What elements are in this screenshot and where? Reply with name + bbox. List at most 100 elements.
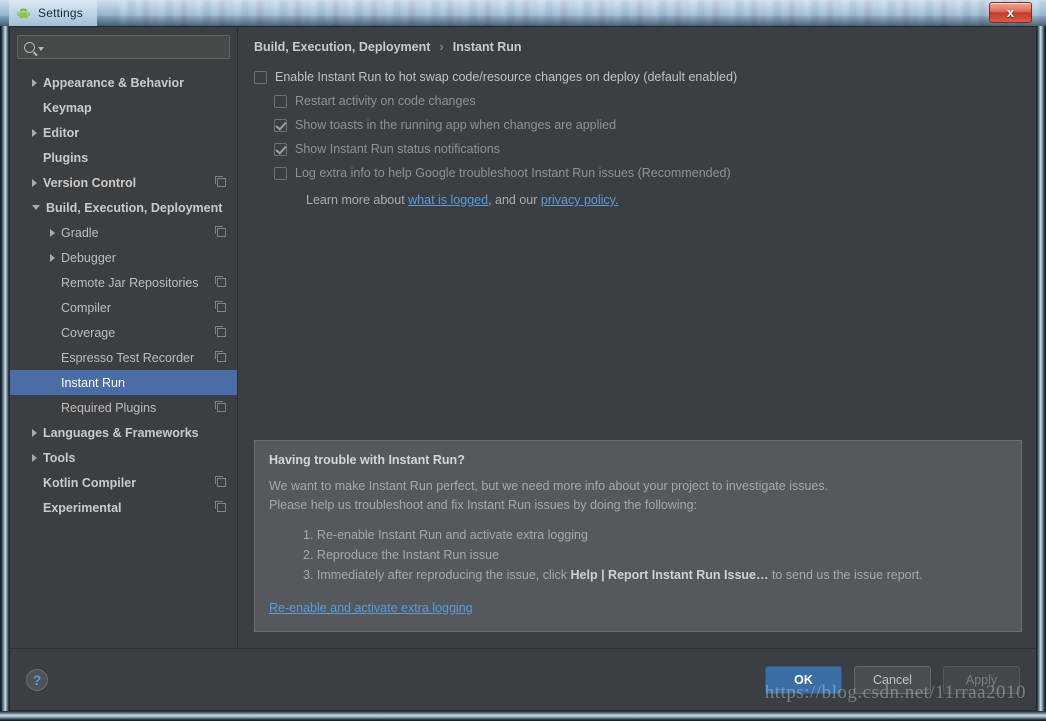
search-icon [24, 41, 35, 53]
chevron-right-icon[interactable] [32, 78, 37, 87]
info-step: 3. Immediately after reproducing the iss… [303, 565, 1007, 585]
sidebar-item-compiler[interactable]: Compiler [10, 295, 237, 320]
sidebar-item-version-control[interactable]: Version Control [10, 170, 237, 195]
sidebar-item-experimental[interactable]: Experimental [10, 495, 237, 520]
dialog-button-bar: ? OK Cancel Apply https://blog.csdn.net/… [10, 648, 1036, 710]
checkbox-unchecked-icon[interactable] [274, 95, 287, 108]
project-settings-icon [215, 176, 226, 187]
sidebar-item-label: Coverage [61, 325, 116, 340]
search-container [10, 35, 237, 67]
sidebar-item-required-plugins[interactable]: Required Plugins [10, 395, 237, 420]
sidebar-item-remote-jar-repositories[interactable]: Remote Jar Repositories [10, 270, 237, 295]
chevron-right-icon[interactable] [32, 428, 37, 437]
sidebar-item-label: Languages & Frameworks [43, 425, 199, 440]
sidebar-item-tools[interactable]: Tools [10, 445, 237, 470]
apply-button: Apply [943, 665, 1020, 694]
chevron-down-icon[interactable] [32, 205, 40, 210]
re-enable-logging-link[interactable]: Re-enable and activate extra logging [269, 601, 473, 615]
sidebar-item-label: Keymap [43, 100, 92, 115]
instant-run-trouble-panel: Having trouble with Instant Run? We want… [254, 440, 1022, 632]
sidebar-item-kotlin-compiler[interactable]: Kotlin Compiler [10, 470, 237, 495]
option-label: Enable Instant Run to hot swap code/reso… [275, 70, 738, 84]
privacy-policy-link[interactable]: privacy policy. [541, 193, 619, 207]
sidebar-item-label: Editor [43, 125, 80, 140]
sidebar-item-coverage[interactable]: Coverage [10, 320, 237, 345]
checkbox-checked-icon[interactable] [274, 143, 287, 156]
info-step-text: Immediately after reproducing the issue,… [316, 568, 571, 582]
breadcrumb-current: Instant Run [452, 39, 522, 54]
option-row[interactable]: Show Instant Run status notifications [274, 142, 1022, 156]
ok-button[interactable]: OK [765, 665, 842, 694]
close-icon[interactable]: x [989, 2, 1032, 23]
info-step-number: 1. [303, 528, 314, 542]
window-frame-bottom-edge [0, 711, 1046, 721]
sidebar-item-gradle[interactable]: Gradle [10, 220, 237, 245]
window-frame-left-edge [0, 0, 9, 721]
sidebar-item-languages-frameworks[interactable]: Languages & Frameworks [10, 420, 237, 445]
checkbox-unchecked-icon[interactable] [254, 71, 267, 84]
window-titlebar[interactable]: Settings x [0, 0, 1046, 26]
sidebar-item-label: Gradle [61, 225, 99, 240]
sidebar-item-label: Tools [43, 450, 76, 465]
chevron-right-icon[interactable] [32, 178, 37, 187]
sidebar-item-editor[interactable]: Editor [10, 120, 237, 145]
checkbox-checked-icon[interactable] [274, 119, 287, 132]
checkbox-unchecked-icon[interactable] [274, 167, 287, 180]
chevron-right-icon[interactable] [50, 228, 55, 237]
sidebar-item-appearance-behavior[interactable]: Appearance & Behavior [10, 70, 237, 95]
sidebar-item-espresso-test-recorder[interactable]: Espresso Test Recorder [10, 345, 237, 370]
option-row[interactable]: Restart activity on code changes [274, 94, 1022, 108]
info-panel-title: Having trouble with Instant Run? [269, 453, 465, 467]
sidebar-item-label: Appearance & Behavior [43, 75, 185, 90]
window-frame: Settings x Appearance & Behavior Keymap Ed… [0, 0, 1046, 721]
sidebar-item-build-execution-deployment[interactable]: Build, Execution, Deployment [10, 195, 237, 220]
chevron-down-icon[interactable] [38, 47, 44, 51]
info-panel-paragraph-1: We want to make Instant Run perfect, but… [269, 479, 829, 493]
breadcrumb-parent[interactable]: Build, Execution, Deployment [254, 40, 430, 54]
search-input[interactable] [47, 40, 223, 54]
project-settings-icon [215, 301, 226, 312]
what-is-logged-link[interactable]: what is logged [408, 193, 488, 207]
project-settings-icon [215, 351, 226, 362]
info-step-text: Re-enable Instant Run and activate extra… [316, 528, 588, 542]
sidebar-item-label: Required Plugins [61, 400, 157, 415]
window-title: Settings [38, 6, 83, 20]
info-step-number: 2. [303, 548, 314, 562]
sidebar-item-plugins[interactable]: Plugins [10, 145, 237, 170]
settings-dialog: Appearance & Behavior Keymap Editor Plugins… [9, 26, 1037, 711]
chevron-right-icon[interactable] [32, 128, 37, 137]
sidebar-item-keymap[interactable]: Keymap [10, 95, 237, 120]
window-frame-right-edge [1037, 0, 1046, 721]
option-row[interactable]: Log extra info to help Google troublesho… [274, 166, 1022, 180]
project-settings-icon [215, 276, 226, 287]
help-icon[interactable]: ? [26, 668, 48, 691]
settings-tree[interactable]: Appearance & Behavior Keymap Editor Plugins… [10, 67, 237, 648]
learn-more-prefix: Learn more about [306, 193, 409, 207]
dialog-buttons: OK Cancel Apply [765, 665, 1020, 694]
chevron-right-icon[interactable] [32, 453, 37, 462]
option-label: Log extra info to help Google troublesho… [295, 166, 731, 180]
learn-more-line: Learn more about what is logged, and our… [306, 193, 1022, 207]
search-box[interactable] [17, 35, 230, 59]
info-panel-paragraph-2: Please help us troubleshoot and fix Inst… [269, 498, 698, 512]
info-step-tail: to send us the issue report. [768, 568, 923, 582]
settings-tree-panel: Appearance & Behavior Keymap Editor Plugins… [10, 27, 238, 648]
chevron-right-icon[interactable] [50, 253, 55, 262]
option-row[interactable]: Show toasts in the running app when chan… [274, 118, 1022, 132]
sidebar-item-label: Instant Run [61, 375, 125, 390]
option-row[interactable]: Enable Instant Run to hot swap code/reso… [254, 70, 1022, 84]
project-settings-icon [215, 326, 226, 337]
dialog-main-area: Appearance & Behavior Keymap Editor Plugins… [10, 27, 1036, 648]
info-step-number: 3. [303, 568, 314, 582]
sidebar-item-instant-run[interactable]: Instant Run [10, 370, 237, 395]
sidebar-item-debugger[interactable]: Debugger [10, 245, 237, 270]
cancel-button[interactable]: Cancel [854, 665, 931, 694]
titlebar-shade [0, 16, 1046, 26]
